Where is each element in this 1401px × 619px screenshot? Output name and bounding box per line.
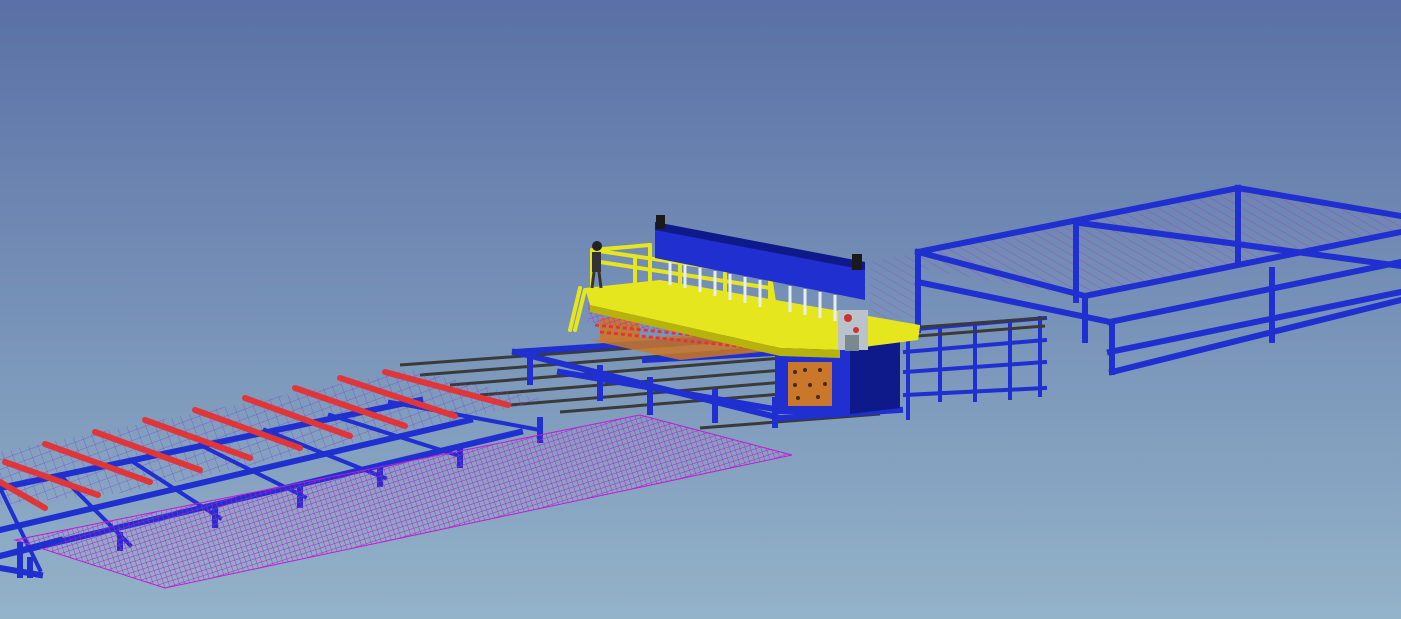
right-table-mesh-front (870, 252, 920, 318)
scene-render (0, 0, 1401, 619)
cad-viewport[interactable] (0, 0, 1401, 619)
